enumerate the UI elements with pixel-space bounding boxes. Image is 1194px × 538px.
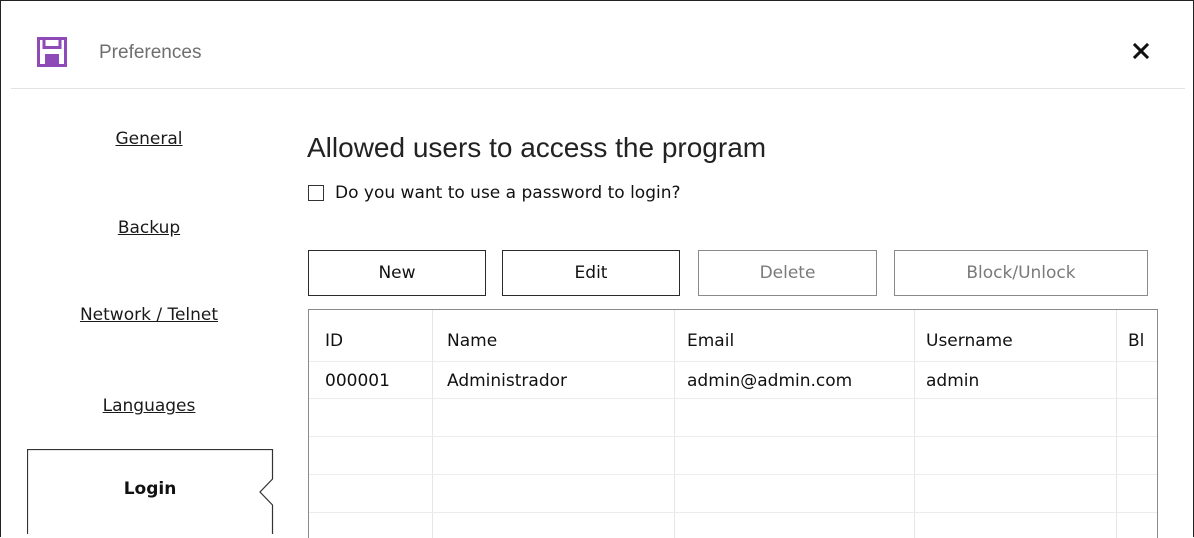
column-header-username[interactable]: Username [926, 331, 1013, 351]
row-divider [309, 436, 1157, 437]
users-table[interactable]: ID Name Email Username Bl 000001 Adminis… [308, 309, 1158, 538]
window-title: Preferences [99, 42, 202, 63]
column-header-blocked[interactable]: Bl [1128, 331, 1144, 351]
delete-button[interactable]: Delete [698, 250, 877, 296]
password-checkbox[interactable]: Do you want to use a password to login? [308, 183, 681, 203]
block-unlock-button[interactable]: Block/Unlock [894, 250, 1148, 296]
row-divider [309, 398, 1157, 399]
column-header-email[interactable]: Email [687, 331, 734, 351]
save-icon [37, 37, 67, 67]
column-divider [432, 310, 433, 538]
column-divider [1116, 310, 1117, 538]
edit-button[interactable]: Edit [502, 250, 680, 296]
column-header-name[interactable]: Name [447, 331, 497, 351]
table-cell-id[interactable]: 000001 [325, 371, 390, 391]
sidebar-item-general[interactable]: General [25, 129, 273, 149]
table-cell-username[interactable]: admin [926, 371, 979, 391]
row-divider [309, 474, 1157, 475]
preferences-window: Preferences General Backup Network / Tel… [0, 0, 1194, 538]
column-divider [914, 310, 915, 538]
sidebar-item-languages[interactable]: Languages [25, 396, 273, 416]
column-header-id[interactable]: ID [325, 331, 343, 351]
row-divider [309, 361, 1157, 362]
new-button[interactable]: New [308, 250, 486, 296]
column-divider [674, 310, 675, 538]
sidebar-item-login[interactable]: Login [27, 449, 274, 534]
page-title: Allowed users to access the program [307, 132, 767, 163]
close-icon [1132, 42, 1150, 60]
title-bar: Preferences [11, 13, 1185, 89]
row-divider [309, 512, 1157, 513]
sidebar-item-network-telnet[interactable]: Network / Telnet [25, 305, 273, 325]
table-cell-name[interactable]: Administrador [447, 371, 567, 391]
table-cell-email[interactable]: admin@admin.com [687, 371, 852, 391]
checkbox-label: Do you want to use a password to login? [335, 183, 681, 203]
sidebar-item-backup[interactable]: Backup [25, 218, 273, 238]
checkbox-box[interactable] [308, 185, 324, 201]
close-button[interactable] [1127, 37, 1155, 65]
sidebar-item-label: Login [123, 479, 177, 499]
